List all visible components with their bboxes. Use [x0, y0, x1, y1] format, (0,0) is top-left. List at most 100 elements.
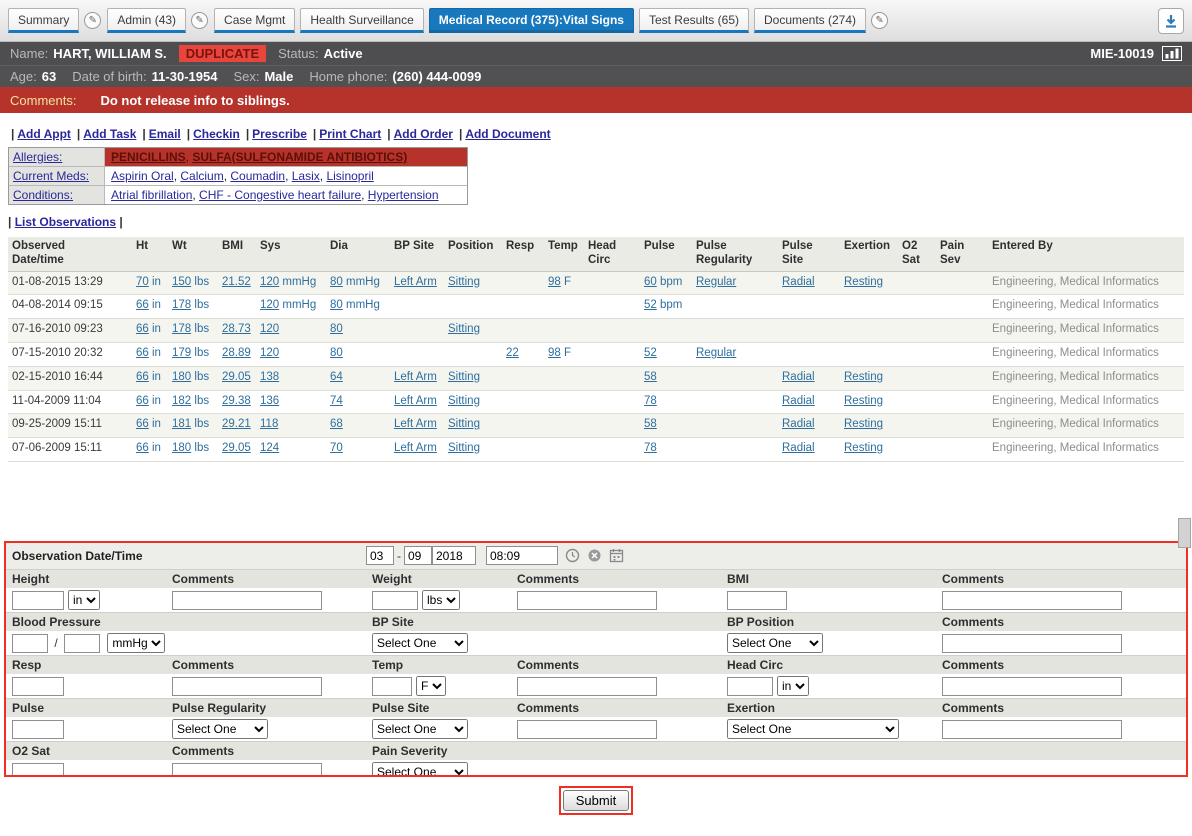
summary-label-link[interactable]: Current Meds:	[13, 169, 89, 183]
head-circ-unit-select[interactable]: in	[777, 676, 809, 696]
obs-value-link[interactable]: 52	[644, 347, 657, 359]
exertion-comments-input[interactable]	[942, 720, 1122, 739]
tab-admin-43[interactable]: Admin (43)	[107, 8, 186, 33]
obs-value-link[interactable]: Radial	[782, 371, 815, 383]
obs-value-link[interactable]: 178	[172, 323, 191, 335]
tab-documents-274[interactable]: Documents (274)	[754, 8, 866, 33]
obs-value-link[interactable]: 66	[136, 371, 149, 383]
obs-value-link[interactable]: Left Arm	[394, 371, 437, 383]
obs-value-link[interactable]: 66	[136, 347, 149, 359]
obs-value-link[interactable]: 29.05	[222, 442, 251, 454]
action-link-add-order[interactable]: Add Order	[394, 127, 453, 141]
summary-item-link[interactable]: Lasix	[292, 169, 320, 183]
obs-value-link[interactable]: 29.38	[222, 395, 251, 407]
obs-day-input[interactable]	[404, 546, 432, 565]
obs-value-link[interactable]: Resting	[844, 418, 883, 430]
bmi-input[interactable]	[727, 591, 787, 610]
obs-value-link[interactable]: 64	[330, 371, 343, 383]
obs-value-link[interactable]: 29.21	[222, 418, 251, 430]
summary-item-link[interactable]: Calcium	[180, 169, 223, 183]
pain-severity-select[interactable]: Select One	[372, 762, 468, 777]
obs-value-link[interactable]: 74	[330, 395, 343, 407]
duplicate-badge[interactable]: DUPLICATE	[179, 45, 266, 62]
obs-value-link[interactable]: 21.52	[222, 276, 251, 288]
exertion-select[interactable]: Select One	[727, 719, 899, 739]
obs-time-input[interactable]	[486, 546, 558, 565]
obs-value-link[interactable]: 78	[644, 395, 657, 407]
summary-item-link[interactable]: Atrial fibrillation	[111, 188, 192, 202]
pulse-site-select[interactable]: Select One	[372, 719, 468, 739]
bp-unit-select[interactable]: mmHg	[107, 633, 165, 653]
obs-value-link[interactable]: 180	[172, 442, 191, 454]
obs-value-link[interactable]: 179	[172, 347, 191, 359]
action-link-add-appt[interactable]: Add Appt	[17, 127, 71, 141]
obs-value-link[interactable]: 80	[330, 347, 343, 359]
obs-value-link[interactable]: 66	[136, 418, 149, 430]
obs-value-link[interactable]: 120	[260, 299, 279, 311]
bmi-comments-input[interactable]	[942, 591, 1122, 610]
tab-test-results-65[interactable]: Test Results (65)	[639, 8, 749, 33]
obs-value-link[interactable]: 178	[172, 299, 191, 311]
scrollbar-thumb[interactable]	[1178, 518, 1191, 548]
obs-value-link[interactable]: 98	[548, 347, 561, 359]
obs-value-link[interactable]: 98	[548, 276, 561, 288]
obs-value-link[interactable]: 66	[136, 299, 149, 311]
action-link-prescribe[interactable]: Prescribe	[252, 127, 307, 141]
obs-value-link[interactable]: Radial	[782, 276, 815, 288]
obs-value-link[interactable]: 52	[644, 299, 657, 311]
obs-value-link[interactable]: Regular	[696, 347, 736, 359]
obs-value-link[interactable]: Left Arm	[394, 418, 437, 430]
obs-value-link[interactable]: 80	[330, 276, 343, 288]
obs-value-link[interactable]: 181	[172, 418, 191, 430]
obs-value-link[interactable]: 120	[260, 323, 279, 335]
obs-value-link[interactable]: 150	[172, 276, 191, 288]
summary-item-link[interactable]: Aspirin Oral	[111, 169, 174, 183]
action-link-add-document[interactable]: Add Document	[465, 127, 550, 141]
pulse-regularity-select[interactable]: Select One	[172, 719, 268, 739]
height-input[interactable]	[12, 591, 64, 610]
obs-value-link[interactable]: 58	[644, 418, 657, 430]
obs-value-link[interactable]: 180	[172, 371, 191, 383]
obs-value-link[interactable]: Resting	[844, 395, 883, 407]
obs-value-link[interactable]: 66	[136, 323, 149, 335]
clock-icon[interactable]	[565, 548, 580, 563]
temp-input[interactable]	[372, 677, 412, 696]
o2-sat-comments-input[interactable]	[172, 763, 322, 778]
obs-value-link[interactable]: 66	[136, 395, 149, 407]
download-button[interactable]	[1158, 8, 1184, 34]
tab-health-surveillance[interactable]: Health Surveillance	[300, 8, 423, 33]
obs-value-link[interactable]: Sitting	[448, 395, 480, 407]
obs-value-link[interactable]: 182	[172, 395, 191, 407]
action-link-print-chart[interactable]: Print Chart	[319, 127, 381, 141]
height-unit-select[interactable]: in	[68, 590, 100, 610]
summary-item-link[interactable]: Coumadin	[230, 169, 285, 183]
head-circ-comments-input[interactable]	[942, 677, 1122, 696]
resp-input[interactable]	[12, 677, 64, 696]
summary-label-link[interactable]: Conditions:	[13, 188, 73, 202]
bp-comments-input[interactable]	[942, 634, 1122, 653]
obs-value-link[interactable]: 80	[330, 299, 343, 311]
summary-item-link[interactable]: PENICILLINS	[111, 150, 186, 164]
obs-value-link[interactable]: 120	[260, 276, 279, 288]
o2-sat-input[interactable]	[12, 763, 64, 778]
pulse-comments-input[interactable]	[517, 720, 657, 739]
obs-value-link[interactable]: Left Arm	[394, 395, 437, 407]
weight-unit-select[interactable]: lbs	[422, 590, 460, 610]
flowsheet-chart-icon[interactable]	[1162, 46, 1182, 61]
obs-value-link[interactable]: Regular	[696, 276, 736, 288]
head-circ-input[interactable]	[727, 677, 773, 696]
tab-popout-icon[interactable]: ✎	[871, 12, 888, 29]
obs-value-link[interactable]: 60	[644, 276, 657, 288]
obs-value-link[interactable]: 29.05	[222, 371, 251, 383]
obs-value-link[interactable]: 70	[330, 442, 343, 454]
tab-summary[interactable]: Summary	[8, 8, 79, 33]
temp-comments-input[interactable]	[517, 677, 657, 696]
obs-value-link[interactable]: 58	[644, 371, 657, 383]
obs-value-link[interactable]: Resting	[844, 276, 883, 288]
tab-popout-icon[interactable]: ✎	[191, 12, 208, 29]
obs-value-link[interactable]: Left Arm	[394, 442, 437, 454]
obs-value-link[interactable]: 118	[260, 418, 278, 430]
height-comments-input[interactable]	[172, 591, 322, 610]
obs-value-link[interactable]: Sitting	[448, 442, 480, 454]
action-link-checkin[interactable]: Checkin	[193, 127, 240, 141]
